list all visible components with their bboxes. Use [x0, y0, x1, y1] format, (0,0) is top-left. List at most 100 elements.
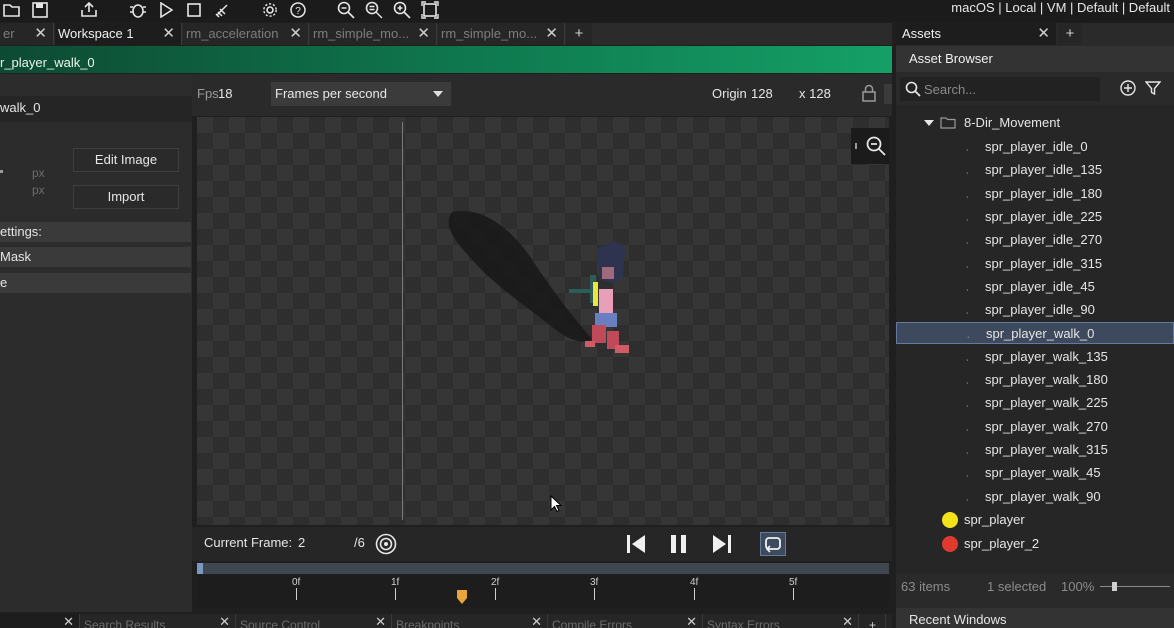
- folder-8-dir-movement[interactable]: 8-Dir_Movement: [896, 112, 1174, 134]
- zoom-slider[interactable]: [1100, 586, 1170, 587]
- asset-item[interactable]: ˎ spr_player_walk_135: [896, 346, 1174, 368]
- zoom-slider-handle[interactable]: [1112, 582, 1117, 591]
- section-nine-slice[interactable]: e: [0, 273, 191, 293]
- canvas-zoom-button[interactable]: [851, 128, 889, 164]
- pause-icon[interactable]: [669, 534, 689, 554]
- tab-output[interactable]: ✕: [0, 614, 80, 628]
- tab-rm-simple-movement-2[interactable]: rm_simple_mo... ✕: [438, 23, 565, 45]
- scroll-handle[interactable]: [197, 563, 203, 574]
- asset-item[interactable]: ˎ spr_player_walk_315: [896, 439, 1174, 461]
- close-icon[interactable]: ✕: [417, 23, 430, 45]
- save-icon[interactable]: [30, 0, 50, 20]
- sprite-canvas[interactable]: [197, 117, 889, 525]
- settings-icon[interactable]: [260, 0, 280, 20]
- search-input[interactable]: [924, 79, 1094, 99]
- help-icon[interactable]: ?: [288, 0, 308, 20]
- run-icon[interactable]: [156, 0, 176, 20]
- tab-search-results[interactable]: Search Results ✕: [80, 614, 236, 628]
- fps-mode-dropdown[interactable]: Frames per second: [271, 82, 451, 106]
- timeline-scrollbar[interactable]: [197, 563, 889, 574]
- tab-breakpoints[interactable]: Breakpoints ✕: [392, 614, 548, 628]
- tab-label: Compile Errors: [552, 618, 633, 628]
- add-tab-button[interactable]: +: [566, 23, 592, 45]
- clean-icon[interactable]: [212, 0, 232, 20]
- asset-item[interactable]: ˎ spr_player_idle_135: [896, 159, 1174, 181]
- asset-item[interactable]: ˎ spr_player_walk_225: [896, 392, 1174, 414]
- close-icon[interactable]: ✕: [289, 23, 302, 45]
- asset-item[interactable]: ˎ spr_player_idle_270: [896, 229, 1174, 251]
- section-texture-settings[interactable]: ettings:: [0, 222, 191, 242]
- close-icon[interactable]: ✕: [686, 614, 697, 628]
- origin-y-input[interactable]: x 128: [799, 86, 831, 101]
- asset-item[interactable]: ˎ spr_player_idle_0: [896, 136, 1174, 158]
- zoom-reset-icon[interactable]: [364, 0, 384, 20]
- add-panel-tab-button[interactable]: +: [1058, 23, 1082, 45]
- search-icon: [905, 81, 921, 97]
- recent-windows-header[interactable]: Recent Windows: [896, 608, 1174, 628]
- close-icon[interactable]: ✕: [842, 614, 853, 628]
- sprite-thumbnail-icon: ˎ: [966, 234, 970, 246]
- add-asset-icon[interactable]: [1120, 80, 1136, 96]
- origin-preset-dropdown[interactable]: [884, 84, 892, 104]
- asset-spr-player[interactable]: spr_player: [896, 509, 1174, 531]
- frame-tick-label: 3f: [590, 577, 599, 588]
- filter-icon[interactable]: [1145, 80, 1161, 96]
- tab-label: er: [3, 26, 15, 41]
- add-output-tab-button[interactable]: +: [860, 614, 886, 628]
- playhead-marker[interactable]: [456, 589, 468, 605]
- close-icon[interactable]: ✕: [34, 23, 47, 45]
- stop-icon[interactable]: [184, 0, 204, 20]
- close-icon[interactable]: ✕: [531, 614, 542, 628]
- close-icon[interactable]: ✕: [63, 614, 74, 628]
- tab-source-control[interactable]: Source Control ✕: [236, 614, 392, 628]
- tab-workspace-1[interactable]: Workspace 1 ✕: [55, 23, 182, 45]
- asset-item[interactable]: ˎ spr_player_idle_45: [896, 276, 1174, 298]
- tab-compile-errors[interactable]: Compile Errors ✕: [548, 614, 703, 628]
- fit-icon[interactable]: [420, 0, 440, 20]
- fps-input[interactable]: 18: [218, 86, 232, 101]
- field-marker: [0, 170, 3, 173]
- tab-rm-acceleration[interactable]: rm_acceleration ✕: [183, 23, 309, 45]
- lock-icon[interactable]: [861, 84, 877, 102]
- zoom-out-icon[interactable]: [336, 0, 356, 20]
- asset-item[interactable]: ˎ spr_player_idle_180: [896, 183, 1174, 205]
- frame-timeline[interactable]: 0f 1f 2f 3f 4f 5f: [197, 575, 889, 607]
- asset-item[interactable]: ˎ spr_player_idle_90: [896, 299, 1174, 321]
- close-icon[interactable]: ✕: [375, 614, 386, 628]
- close-icon[interactable]: ✕: [162, 23, 175, 45]
- asset-item[interactable]: ˎ spr_player_idle_225: [896, 206, 1174, 228]
- asset-spr-player-2[interactable]: spr_player_2: [896, 533, 1174, 555]
- selected-count: 1 selected: [987, 579, 1047, 594]
- import-button[interactable]: Import: [73, 185, 179, 209]
- section-collision-mask[interactable]: Mask: [0, 247, 191, 267]
- asset-item[interactable]: ˎ spr_player_walk_90: [896, 486, 1174, 508]
- fps-label: Fps: [197, 86, 219, 101]
- sprite-name-field[interactable]: walk_0: [0, 96, 192, 122]
- current-frame-input[interactable]: 2: [298, 535, 305, 550]
- debug-icon[interactable]: [128, 0, 148, 20]
- skip-start-icon[interactable]: [626, 534, 646, 554]
- loop-toggle[interactable]: [760, 532, 786, 556]
- tab-syntax-errors[interactable]: Syntax Errors ✕: [703, 614, 859, 628]
- tab-assets[interactable]: Assets ✕: [896, 23, 1056, 45]
- onion-skin-icon[interactable]: [375, 533, 397, 555]
- frame-tick: [694, 588, 695, 600]
- asset-item[interactable]: ˎ spr_player_walk_180: [896, 369, 1174, 391]
- close-icon[interactable]: ✕: [219, 614, 230, 628]
- close-icon[interactable]: ✕: [1037, 23, 1050, 45]
- folder-open-icon[interactable]: [2, 0, 22, 20]
- asset-item[interactable]: ˎ spr_player_walk_0: [896, 322, 1174, 345]
- skip-end-icon[interactable]: [712, 534, 732, 554]
- asset-item[interactable]: ˎ spr_player_idle_315: [896, 253, 1174, 275]
- tab-rm-simple-movement-1[interactable]: rm_simple_mo... ✕: [310, 23, 437, 45]
- edit-image-button[interactable]: Edit Image: [73, 148, 179, 172]
- zoom-in-icon[interactable]: [392, 0, 412, 20]
- export-icon[interactable]: [79, 0, 99, 20]
- close-icon[interactable]: ✕: [545, 23, 558, 45]
- tab-previous[interactable]: er ✕: [0, 23, 54, 45]
- asset-item[interactable]: ˎ spr_player_walk_270: [896, 416, 1174, 438]
- sprite-editor-header: Fps 18 Frames per second Origin 128 x 12…: [192, 74, 892, 116]
- target-selector[interactable]: macOS | Local | VM | Default | Default: [951, 0, 1170, 16]
- origin-x-input[interactable]: 128: [751, 86, 773, 101]
- asset-item[interactable]: ˎ spr_player_walk_45: [896, 462, 1174, 484]
